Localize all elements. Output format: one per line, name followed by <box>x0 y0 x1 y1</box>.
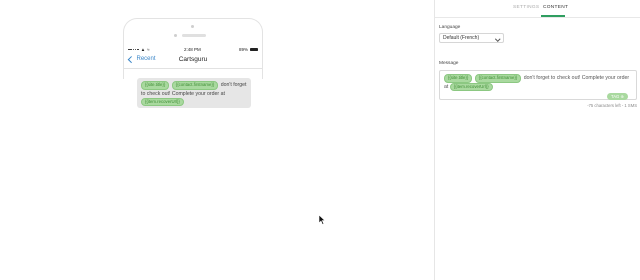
variable-tag: {{item.recoverUrl}} <box>141 97 184 106</box>
message-input[interactable]: {{site.title}} {{contact.firstname}} don… <box>439 70 637 100</box>
message-bubble: {{site.title}} {{contact.firstname}} don… <box>137 78 251 108</box>
signal-icon <box>128 48 139 51</box>
tab-content[interactable]: CONTENT <box>543 5 568 10</box>
chevron-down-icon <box>494 35 500 41</box>
add-tag-button[interactable]: TAG ⊕ <box>607 93 628 100</box>
tab-bar: SETTINGS CONTENT <box>435 0 640 18</box>
phone-sensor <box>174 34 177 37</box>
variable-tag[interactable]: {{item.recoverUrl}} <box>449 82 493 91</box>
wifi-icon: ≈ <box>147 47 150 52</box>
carrier-icon: ▲ <box>140 47 146 52</box>
battery-icon <box>250 47 258 52</box>
active-tab-indicator <box>541 15 565 17</box>
battery-percent: 89% <box>238 47 248 52</box>
language-value: Default (French) <box>443 35 480 41</box>
phone-mockup: ▲ ≈ 2:48 PM 89% Recent Cartsguru <box>123 18 263 79</box>
variable-tag: {{site.title}} <box>141 81 170 90</box>
language-select[interactable]: Default (French) <box>439 33 504 43</box>
message-label: Message <box>439 61 459 66</box>
editor-panel: SETTINGS CONTENT Language Default (Frenc… <box>434 0 640 280</box>
status-bar: ▲ ≈ 2:48 PM 89% <box>124 45 262 54</box>
preview-canvas: ▲ ≈ 2:48 PM 89% Recent Cartsguru {{site.… <box>0 0 434 280</box>
nav-bar: Recent Cartsguru <box>124 54 262 69</box>
status-time: 2:48 PM <box>184 47 201 52</box>
tab-settings[interactable]: SETTINGS <box>513 5 539 10</box>
phone-speaker <box>182 34 206 37</box>
variable-tag[interactable]: {{contact.firstname}} <box>474 74 522 83</box>
variable-tag: {{contact.firstname}} <box>171 81 219 90</box>
language-label: Language <box>439 25 461 30</box>
conversation-title: Cartsguru <box>178 56 208 63</box>
phone-screen: ▲ ≈ 2:48 PM 89% Recent Cartsguru <box>124 45 262 79</box>
character-counter: -75 characters left - 1 SMS <box>587 103 637 108</box>
phone-camera <box>191 25 194 28</box>
variable-tag[interactable]: {{site.title}} <box>444 74 473 83</box>
mouse-cursor-icon <box>319 215 326 225</box>
